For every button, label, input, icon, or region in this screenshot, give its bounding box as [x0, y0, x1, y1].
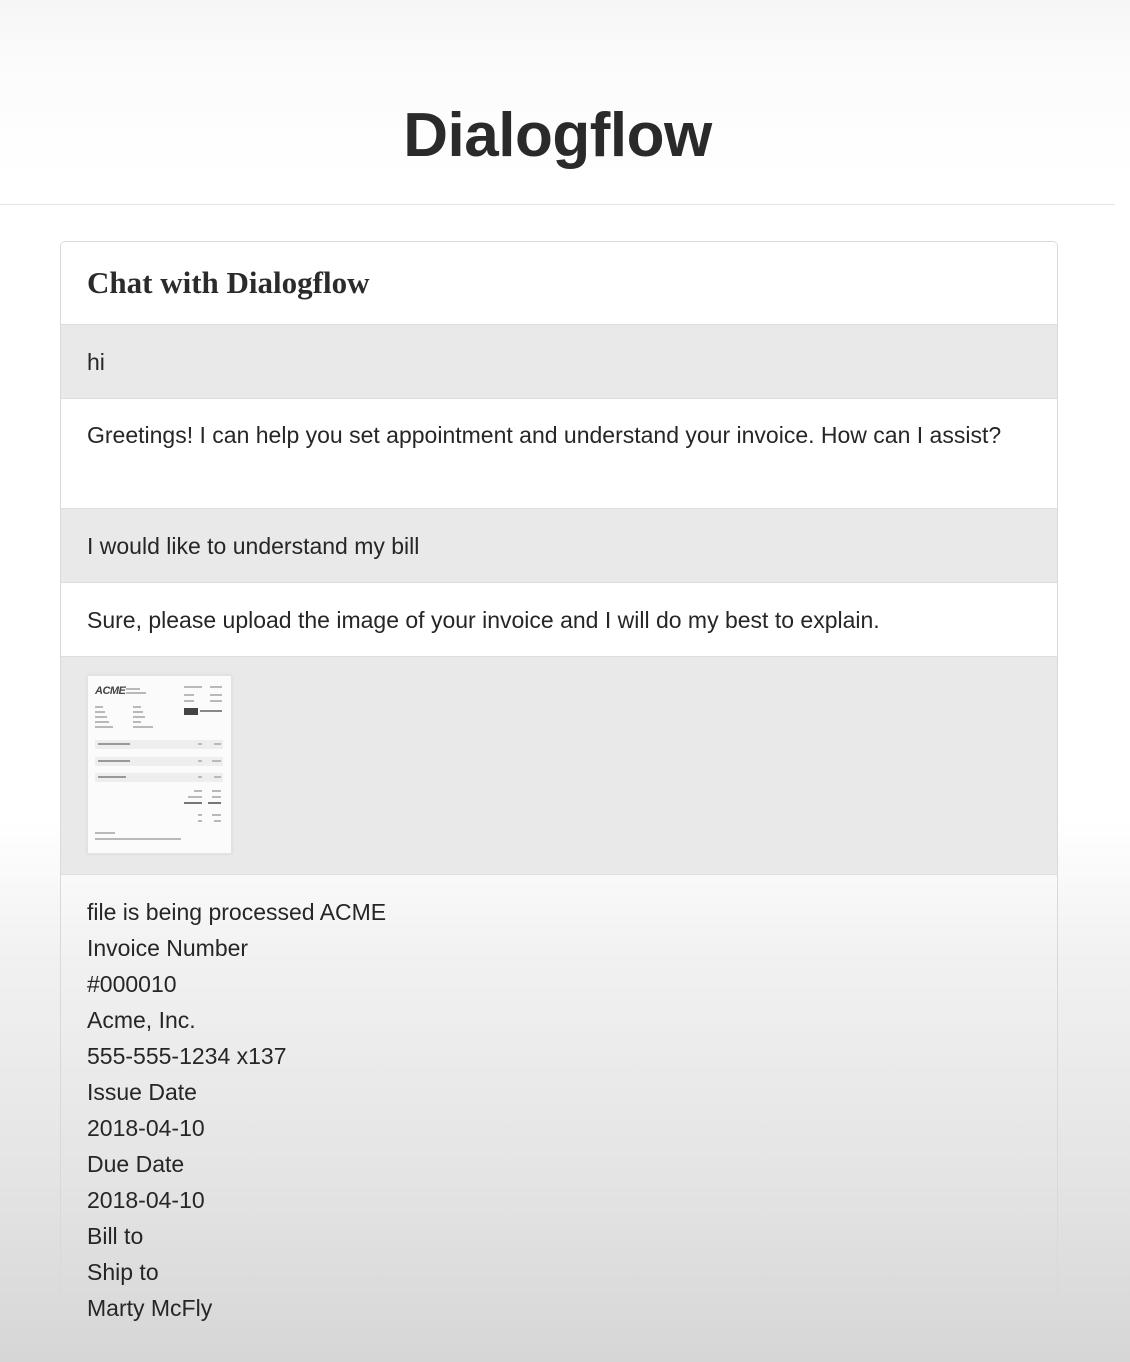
invoice-thumbnail-image[interactable]: ACME: [87, 675, 232, 854]
message-text: Greetings! I can help you set appointmen…: [87, 422, 1002, 448]
page-title: Dialogflow: [403, 101, 712, 170]
message-text: Sure, please upload the image of your in…: [87, 607, 880, 633]
detail-line: Marty McFly: [87, 1295, 213, 1321]
detail-line: Acme, Inc.: [87, 1007, 196, 1033]
page-header: Dialogflow: [0, 0, 1115, 205]
detail-line: #000010: [87, 971, 177, 997]
detail-line: Due Date: [87, 1151, 185, 1177]
chat-panel: Chat with Dialogflow hi Greetings! I can…: [60, 241, 1058, 1333]
message-user: hi: [61, 325, 1057, 399]
message-text: I would like to understand my bill: [87, 533, 420, 559]
invoice-logo-text: ACME: [95, 685, 126, 697]
detail-line: 555-555-1234 x137: [87, 1043, 287, 1069]
chat-panel-heading: Chat with Dialogflow: [61, 242, 1057, 325]
detail-line: Issue Date: [87, 1079, 197, 1105]
detail-line: Bill to: [87, 1223, 144, 1249]
detail-line: Invoice Number: [87, 935, 249, 961]
detail-line: 2018-04-10: [87, 1187, 205, 1213]
detail-line: file is being processed ACME: [87, 899, 387, 925]
detail-line: Ship to: [87, 1259, 159, 1285]
message-bot-invoice-details: file is being processed ACME Invoice Num…: [61, 875, 1057, 1326]
chat-panel-title: Chat with Dialogflow: [87, 265, 370, 300]
message-bot: Sure, please upload the image of your in…: [61, 583, 1057, 657]
message-user: I would like to understand my bill: [61, 509, 1057, 583]
message-user-image: ACME: [61, 657, 1057, 875]
message-text: hi: [87, 349, 105, 375]
message-bot: Greetings! I can help you set appointmen…: [61, 399, 1057, 509]
detail-line: 2018-04-10: [87, 1115, 205, 1141]
